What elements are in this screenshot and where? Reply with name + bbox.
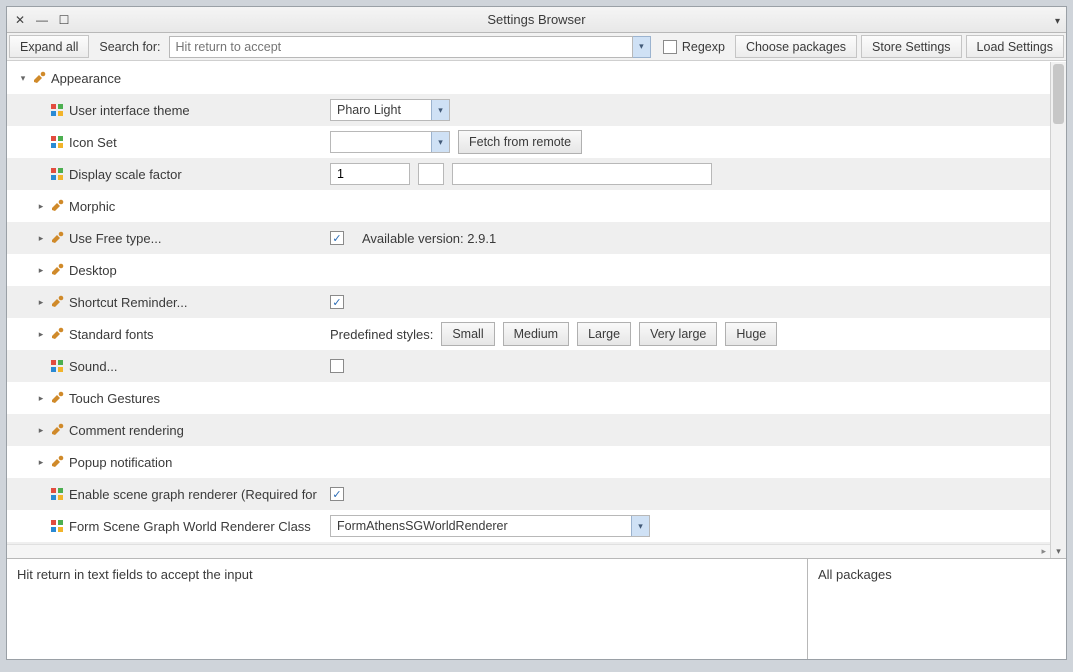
regexp-checkbox[interactable]: [663, 40, 677, 54]
hint-text: Hit return in text fields to accept the …: [17, 567, 253, 582]
setting-standard-fonts[interactable]: Standard fonts: [69, 327, 164, 342]
wrench-icon: [49, 230, 65, 246]
titlebar: ✕ — ☐ Settings Browser ▾: [7, 7, 1066, 33]
setting-ui-theme[interactable]: User interface theme: [69, 103, 200, 118]
wrench-icon: [31, 70, 47, 86]
packages-text: All packages: [818, 567, 892, 582]
section-desktop[interactable]: Desktop: [69, 263, 127, 278]
setting-use-freetype[interactable]: Use Free type...: [69, 231, 171, 246]
collapse-icon[interactable]: ▾: [17, 73, 29, 84]
grid-icon: [49, 486, 65, 502]
section-morphic[interactable]: Morphic: [69, 199, 125, 214]
grid-icon: [49, 518, 65, 534]
search-for-label: Search for:: [91, 33, 168, 60]
ui-theme-dropdown[interactable]: Pharo Light ▾: [330, 99, 450, 121]
settings-browser-window: ✕ — ☐ Settings Browser ▾ Expand all Sear…: [6, 6, 1067, 660]
section-touch-gestures[interactable]: Touch Gestures: [69, 391, 170, 406]
settings-tree: ▾ Appearance User interface theme P: [7, 62, 1066, 559]
expand-icon[interactable]: ▸: [35, 201, 47, 212]
section-comment-rendering[interactable]: Comment rendering: [69, 423, 194, 438]
setting-sound[interactable]: Sound...: [69, 359, 127, 374]
chevron-down-icon[interactable]: ▾: [431, 132, 449, 152]
setting-shortcut-reminder[interactable]: Shortcut Reminder...: [69, 295, 198, 310]
window-title: Settings Browser: [7, 12, 1066, 27]
footer: Hit return in text fields to accept the …: [7, 559, 1066, 659]
font-size-medium-button[interactable]: Medium: [503, 322, 569, 346]
shortcut-reminder-checkbox[interactable]: [330, 295, 344, 309]
setting-icon-set[interactable]: Icon Set: [69, 135, 127, 150]
hint-pane: Hit return in text fields to accept the …: [7, 559, 808, 659]
expand-icon[interactable]: ▸: [35, 233, 47, 244]
setting-display-scale[interactable]: Display scale factor: [69, 167, 192, 182]
regexp-label: Regexp: [682, 40, 725, 54]
maximize-icon[interactable]: ☐: [57, 13, 71, 27]
chevron-down-icon[interactable]: ▾: [631, 516, 649, 536]
expand-icon[interactable]: ▸: [35, 457, 47, 468]
font-size-large-button[interactable]: Large: [577, 322, 631, 346]
wrench-icon: [49, 422, 65, 438]
ui-theme-value: Pharo Light: [331, 103, 431, 117]
expand-icon[interactable]: ▸: [35, 297, 47, 308]
chevron-down-icon[interactable]: ▾: [431, 100, 449, 120]
section-popup-notification[interactable]: Popup notification: [69, 455, 182, 470]
expand-icon[interactable]: ▸: [35, 265, 47, 276]
predefined-styles-label: Predefined styles:: [330, 327, 433, 342]
scroll-down-icon[interactable]: ▾: [1051, 544, 1066, 558]
display-scale-aux1-input[interactable]: [418, 163, 444, 185]
scroll-thumb[interactable]: [1053, 64, 1064, 124]
minimize-icon[interactable]: —: [35, 13, 49, 27]
grid-icon: [49, 134, 65, 150]
expand-icon[interactable]: ▸: [35, 425, 47, 436]
packages-pane: All packages: [808, 559, 1066, 659]
wrench-icon: [49, 294, 65, 310]
search-input[interactable]: [169, 36, 633, 58]
fetch-from-remote-button[interactable]: Fetch from remote: [458, 130, 582, 154]
close-icon[interactable]: ✕: [13, 13, 27, 27]
choose-packages-button[interactable]: Choose packages: [735, 35, 857, 58]
wrench-icon: [49, 262, 65, 278]
expand-icon[interactable]: ▸: [35, 393, 47, 404]
grid-icon: [49, 102, 65, 118]
setting-enable-scene-graph[interactable]: Enable scene graph renderer (Required fo…: [69, 487, 319, 502]
wrench-icon: [49, 198, 65, 214]
grid-icon: [49, 166, 65, 182]
horizontal-scrollbar[interactable]: ▸: [7, 544, 1050, 558]
setting-sg-renderer-class[interactable]: Form Scene Graph World Renderer Class: [69, 519, 321, 534]
font-size-huge-button[interactable]: Huge: [725, 322, 777, 346]
font-size-small-button[interactable]: Small: [441, 322, 494, 346]
vertical-scrollbar[interactable]: ▴ ▾: [1050, 62, 1066, 558]
section-appearance[interactable]: Appearance: [51, 71, 131, 86]
display-scale-input[interactable]: [330, 163, 410, 185]
freetype-version-label: Available version: 2.9.1: [362, 231, 496, 246]
store-settings-button[interactable]: Store Settings: [861, 35, 962, 58]
expand-icon[interactable]: ▸: [35, 329, 47, 340]
use-freetype-checkbox[interactable]: [330, 231, 344, 245]
sound-checkbox[interactable]: [330, 359, 344, 373]
expand-all-button[interactable]: Expand all: [9, 35, 89, 58]
toolbar: Expand all Search for: ▾ Regexp Choose p…: [7, 33, 1066, 61]
icon-set-dropdown[interactable]: ▾: [330, 131, 450, 153]
sg-renderer-class-value: FormAthensSGWorldRenderer: [331, 519, 631, 533]
font-size-verylarge-button[interactable]: Very large: [639, 322, 717, 346]
load-settings-button[interactable]: Load Settings: [966, 35, 1064, 58]
search-dropdown-button[interactable]: ▾: [633, 36, 651, 58]
sg-renderer-class-dropdown[interactable]: FormAthensSGWorldRenderer ▾: [330, 515, 650, 537]
wrench-icon: [49, 454, 65, 470]
display-scale-aux2-input[interactable]: [452, 163, 712, 185]
wrench-icon: [49, 390, 65, 406]
window-menu-icon[interactable]: ▾: [1055, 16, 1060, 27]
wrench-icon: [49, 326, 65, 342]
enable-scene-graph-checkbox[interactable]: [330, 487, 344, 501]
grid-icon: [49, 358, 65, 374]
